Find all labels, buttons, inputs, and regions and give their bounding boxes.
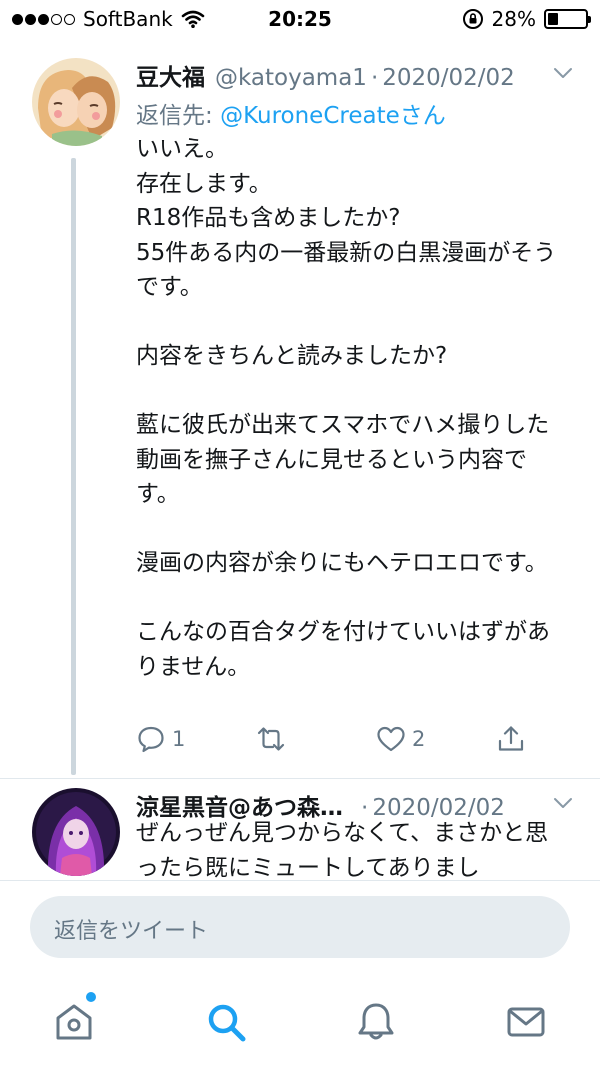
new-content-dot [86, 992, 96, 1002]
tweet-divider [0, 778, 600, 779]
tab-messages[interactable] [504, 1000, 548, 1044]
reply-to-mention[interactable]: @KuroneCreateさん [220, 103, 446, 129]
tweet[interactable]: 涼星黒音@あつ森… · 2020/02/02 ぜんっぜん見つからなくて、まさかと… [0, 780, 600, 880]
retweet-icon [257, 727, 285, 751]
like-button[interactable]: 2 [376, 724, 425, 754]
reply-count: 1 [172, 727, 186, 751]
avatar[interactable] [32, 788, 120, 876]
composer-divider [0, 880, 600, 881]
tab-notifications[interactable] [354, 1000, 398, 1044]
chevron-down-icon[interactable] [552, 792, 574, 814]
reply-button[interactable]: 1 [136, 724, 185, 754]
retweet-button[interactable] [256, 724, 286, 754]
chevron-down-icon[interactable] [552, 62, 574, 84]
heart-icon [377, 726, 405, 752]
avatar-image [32, 788, 120, 876]
like-count: 2 [412, 727, 426, 751]
tab-search[interactable] [204, 1000, 248, 1044]
tweet-header: 豆大福 @katoyama1 · 2020/02/02 [136, 58, 566, 92]
tab-bar [0, 988, 600, 1065]
tweet-date[interactable]: 2020/02/02 [382, 65, 515, 91]
reply-icon [138, 726, 164, 753]
display-name[interactable]: 豆大福 [136, 58, 205, 92]
avatar[interactable] [32, 58, 120, 146]
share-icon [498, 726, 524, 751]
reply-to-line: 返信先: @KuroneCreateさん [136, 96, 446, 130]
tweet-actions: 1 2 [136, 724, 536, 760]
reply-placeholder: 返信をツイート [54, 919, 209, 944]
tweet[interactable]: 豆大福 @katoyama1 · 2020/02/02 返信先: @Kurone… [0, 0, 600, 780]
reply-to-label: 返信先: [136, 103, 221, 129]
separator-dot: · [370, 65, 379, 91]
bell-icon [358, 1003, 394, 1040]
reply-tweet-input[interactable]: 返信をツイート [30, 896, 570, 958]
avatar-image [32, 58, 120, 146]
share-button[interactable] [496, 724, 526, 754]
envelope-icon [507, 1007, 545, 1037]
thread-line [71, 158, 76, 775]
home-icon [56, 1004, 92, 1040]
user-handle[interactable]: @katoyama1 [215, 65, 367, 91]
search-icon [208, 1004, 246, 1042]
tab-home[interactable] [52, 1000, 96, 1044]
tweet-text: いいえ。 存在します。 R18作品も含めましたか? 55件ある内の一番最新の白黒… [136, 136, 557, 680]
tweet-text: ぜんっぜん見つからなくて、まさかと思ったら既にミュートしてありまし [136, 820, 549, 880]
